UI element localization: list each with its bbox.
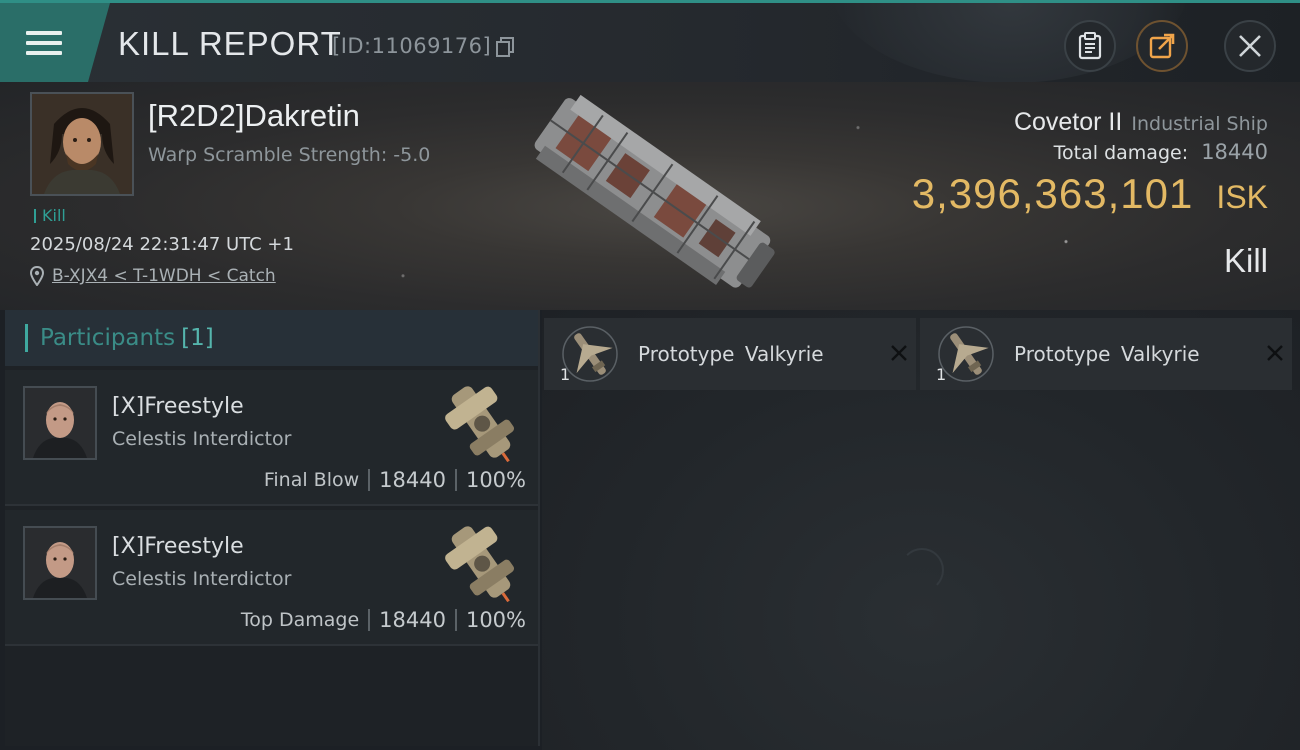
isk-value-line: 3,396,363,101 ISK bbox=[912, 170, 1268, 218]
module-item[interactable]: 1 Prototype Valkyrie bbox=[920, 318, 1292, 390]
participant-stats: Final Blow 18440 100% bbox=[264, 468, 526, 492]
module-quantity: 1 bbox=[560, 365, 571, 384]
close-button[interactable] bbox=[1224, 20, 1276, 72]
share-button[interactable] bbox=[1136, 20, 1188, 72]
kill-timestamp: 2025/08/24 22:31:47 UTC +1 bbox=[30, 234, 294, 255]
participant-name[interactable]: [X]Freestyle bbox=[112, 394, 244, 419]
total-damage: Total damage: 18440 bbox=[1054, 140, 1268, 164]
participant-role: Final Blow bbox=[263, 469, 360, 491]
participant-percent: 100% bbox=[465, 468, 526, 492]
participant-percent: 100% bbox=[465, 608, 526, 632]
module-quantity: 1 bbox=[936, 365, 947, 384]
total-damage-value: 18440 bbox=[1201, 140, 1268, 164]
kill-type-label: Kill bbox=[1223, 242, 1268, 279]
report-id: [ID:11069176] bbox=[332, 34, 492, 58]
participant-damage: 18440 bbox=[379, 608, 446, 632]
location-pin-icon bbox=[30, 266, 44, 286]
participant-name[interactable]: [X]Freestyle bbox=[112, 534, 244, 559]
menu-button[interactable] bbox=[0, 3, 110, 82]
participant-ship-image bbox=[445, 526, 515, 603]
character-portrait-icon bbox=[32, 94, 132, 194]
isk-value: 3,396,363,101 bbox=[911, 170, 1194, 217]
participants-label: Participants bbox=[40, 325, 176, 351]
destroyed-x-icon bbox=[891, 345, 907, 361]
victim-ship-line: Covetor II Industrial Ship bbox=[1014, 108, 1268, 137]
victim-name[interactable]: [R2D2]Dakretin bbox=[148, 98, 360, 134]
loading-spinner-icon bbox=[900, 548, 944, 592]
module-icon: 1 bbox=[558, 322, 622, 386]
module-name: Prototype Valkyrie bbox=[638, 342, 824, 366]
character-portrait-icon bbox=[25, 388, 95, 458]
participant-row[interactable]: [X]Freestyle Celestis Interdictor Final … bbox=[5, 370, 538, 506]
victim-portrait[interactable] bbox=[30, 92, 134, 196]
participants-panel: Participants [1] [X]Freestyle Celestis I… bbox=[5, 310, 540, 746]
participant-damage: 18440 bbox=[379, 468, 446, 492]
character-portrait-icon bbox=[25, 528, 95, 598]
participant-ship: Celestis Interdictor bbox=[112, 428, 292, 450]
module-name: Prototype Valkyrie bbox=[1014, 342, 1200, 366]
page-title: KILL REPORT bbox=[118, 25, 342, 62]
kill-location[interactable]: B-XJX4 < T-1WDH < Catch bbox=[30, 266, 276, 286]
module-icon: 1 bbox=[934, 322, 998, 386]
clipboard-icon bbox=[1078, 32, 1102, 60]
warp-scramble-strength: Warp Scramble Strength: -5.0 bbox=[148, 144, 431, 166]
participant-role: Top Damage bbox=[240, 609, 360, 631]
modules-panel: 1 Prototype Valkyrie 1 Prototype Valkyri… bbox=[542, 310, 1300, 750]
victim-ship-name[interactable]: Covetor II bbox=[1014, 108, 1122, 136]
participant-portrait[interactable] bbox=[23, 386, 97, 460]
participant-ship-image bbox=[445, 386, 515, 463]
kill-count: Kill bbox=[34, 206, 66, 225]
participant-ship: Celestis Interdictor bbox=[112, 568, 292, 590]
participants-count: [1] bbox=[181, 325, 214, 351]
participant-portrait[interactable] bbox=[23, 526, 97, 600]
close-icon bbox=[1239, 35, 1261, 57]
participants-header: Participants [1] bbox=[5, 310, 538, 366]
copy-icon[interactable] bbox=[496, 37, 514, 57]
share-icon bbox=[1149, 33, 1175, 59]
participant-stats: Top Damage 18440 100% bbox=[241, 608, 526, 632]
victim-ship-class: Industrial Ship bbox=[1131, 113, 1268, 135]
victim-ship-image bbox=[534, 94, 775, 288]
location-link[interactable]: B-XJX4 < T-1WDH < Catch bbox=[52, 266, 276, 286]
isk-unit: ISK bbox=[1216, 179, 1268, 215]
clipboard-button[interactable] bbox=[1064, 20, 1116, 72]
total-damage-label: Total damage: bbox=[1053, 142, 1189, 164]
module-item[interactable]: 1 Prototype Valkyrie bbox=[544, 318, 916, 390]
destroyed-x-icon bbox=[1267, 345, 1283, 361]
hamburger-icon bbox=[26, 25, 62, 61]
victim-panel: [R2D2]Dakretin Warp Scramble Strength: -… bbox=[0, 82, 1300, 310]
top-bar: KILL REPORT [ID:11069176] bbox=[0, 0, 1300, 82]
participant-row[interactable]: [X]Freestyle Celestis Interdictor Top Da… bbox=[5, 510, 538, 646]
